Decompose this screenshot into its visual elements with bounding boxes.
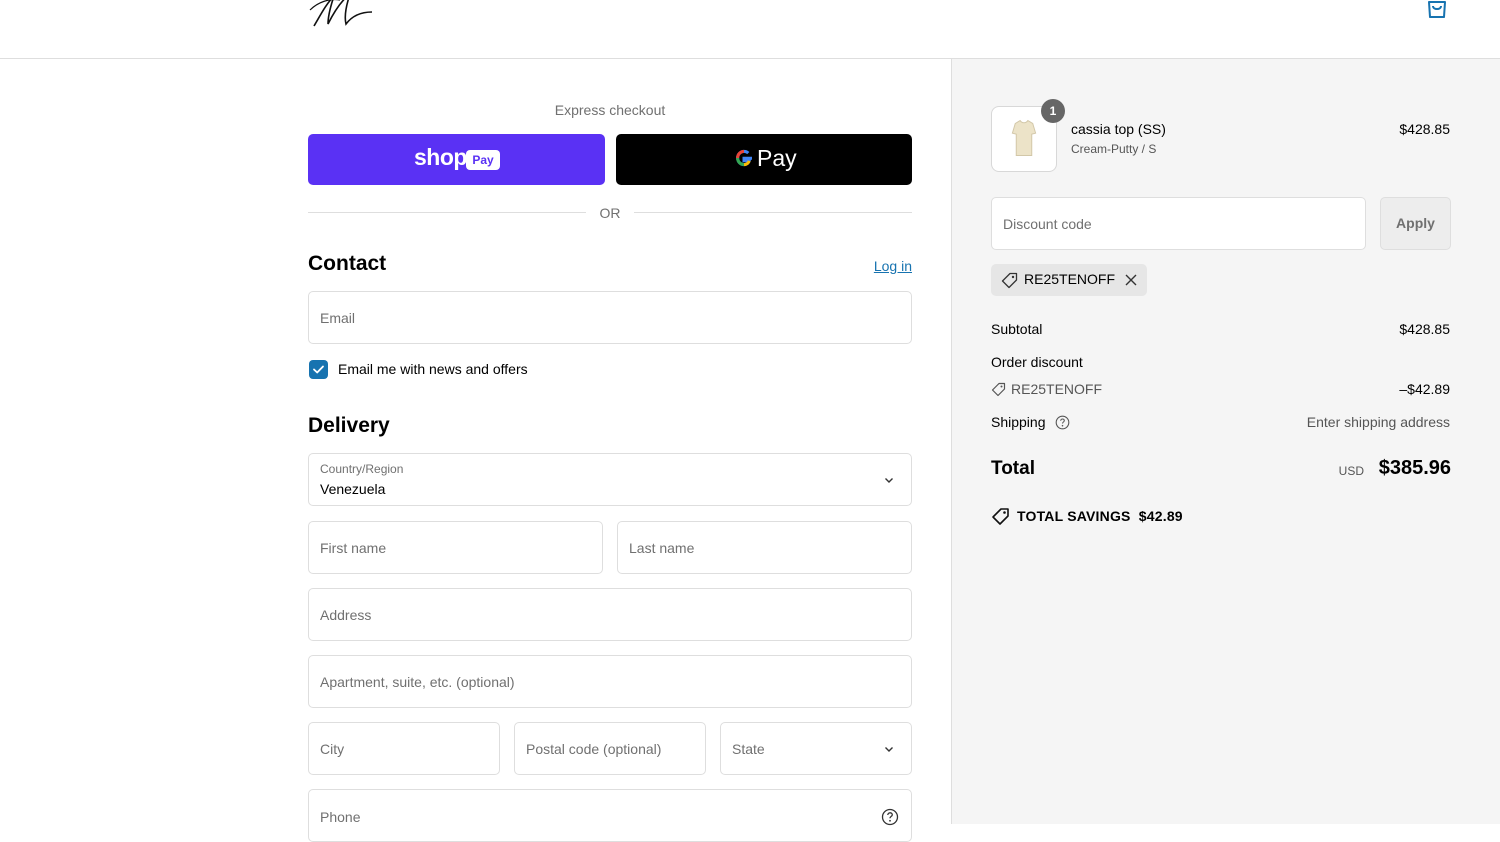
shop-pay-wordmark: shop (414, 144, 467, 170)
close-icon[interactable] (1124, 273, 1138, 287)
phone-field[interactable]: Phone (308, 789, 912, 842)
savings-tag-icon (992, 508, 1009, 525)
total-savings-label: TOTAL SAVINGS (1017, 508, 1131, 524)
google-pay-wordmark: Pay (757, 145, 797, 171)
address-field[interactable]: Address (308, 588, 912, 641)
apply-discount-button[interactable]: Apply (1380, 197, 1451, 250)
help-circle-icon[interactable] (881, 808, 899, 826)
or-divider-label: OR (599, 205, 621, 221)
email-field[interactable]: Email (308, 291, 912, 344)
product-price: $428.85 (1399, 121, 1450, 137)
apartment-placeholder: Apartment, suite, etc. (optional) (320, 673, 515, 690)
email-placeholder: Email (320, 309, 356, 326)
country-select[interactable]: Country/Region Venezuela (308, 453, 912, 506)
last-name-field[interactable]: Last name (617, 521, 912, 574)
chevron-down-icon (885, 746, 893, 752)
applied-discount-code: RE25TENOFF (1024, 271, 1116, 287)
newsletter-checkbox[interactable] (309, 360, 328, 379)
apartment-field[interactable]: Apartment, suite, etc. (optional) (308, 655, 912, 708)
newsletter-label: Email me with news and offers (338, 361, 528, 377)
contact-heading: Contact (308, 252, 387, 275)
discount-code-placeholder: Discount code (1003, 215, 1092, 232)
city-field[interactable]: City (308, 722, 500, 775)
product-variant: Cream-Putty / S (1071, 142, 1157, 156)
order-discount-value: –$42.89 (1399, 381, 1450, 397)
quantity-badge: 1 (1041, 99, 1065, 123)
product-name: cassia top (SS) (1071, 121, 1166, 137)
first-name-field[interactable]: First name (308, 521, 603, 574)
order-summary-panel (951, 59, 1500, 824)
postal-code-field[interactable]: Postal code (optional) (514, 722, 706, 775)
order-discount-code: RE25TENOFF (1011, 381, 1103, 397)
country-label: Country/Region (320, 462, 404, 476)
subtotal-value: $428.85 (1399, 321, 1450, 337)
subtotal-label: Subtotal (991, 321, 1043, 337)
tag-icon (1001, 272, 1018, 289)
tag-icon (991, 382, 1006, 397)
chevron-down-icon (885, 477, 893, 483)
total-label: Total (991, 458, 1035, 479)
discount-code-input[interactable]: Discount code (991, 197, 1366, 250)
last-name-placeholder: Last name (629, 539, 695, 556)
postal-code-placeholder: Postal code (optional) (526, 740, 662, 757)
shipping-value: Enter shipping address (1306, 414, 1450, 430)
phone-placeholder: Phone (320, 809, 361, 825)
divider (634, 212, 912, 213)
state-select[interactable]: State (720, 722, 912, 775)
delivery-heading: Delivery (308, 414, 390, 437)
google-g-icon (736, 149, 752, 167)
site-header (0, 0, 1500, 59)
order-discount-label: Order discount (991, 354, 1083, 370)
total-value: $385.96 (1378, 457, 1451, 479)
checkmark-icon (313, 365, 324, 374)
divider (308, 212, 586, 213)
shipping-label: Shipping (991, 414, 1046, 430)
brand-logo-icon[interactable] (306, 0, 378, 32)
total-currency: USD (1338, 464, 1364, 478)
first-name-placeholder: First name (320, 539, 387, 556)
log-in-link[interactable]: Log in (850, 258, 912, 274)
express-checkout-label: Express checkout (554, 102, 666, 118)
total-savings: TOTAL SAVINGS $42.89 (1017, 508, 1183, 524)
country-value: Venezuela (320, 481, 386, 497)
address-placeholder: Address (320, 606, 372, 623)
shopping-bag-icon[interactable] (1424, 0, 1450, 20)
total-savings-value: $42.89 (1138, 508, 1183, 524)
help-circle-icon[interactable] (1055, 415, 1070, 430)
shop-pay-badge: Pay (466, 150, 500, 170)
state-placeholder: State (732, 740, 765, 757)
city-placeholder: City (320, 740, 345, 757)
